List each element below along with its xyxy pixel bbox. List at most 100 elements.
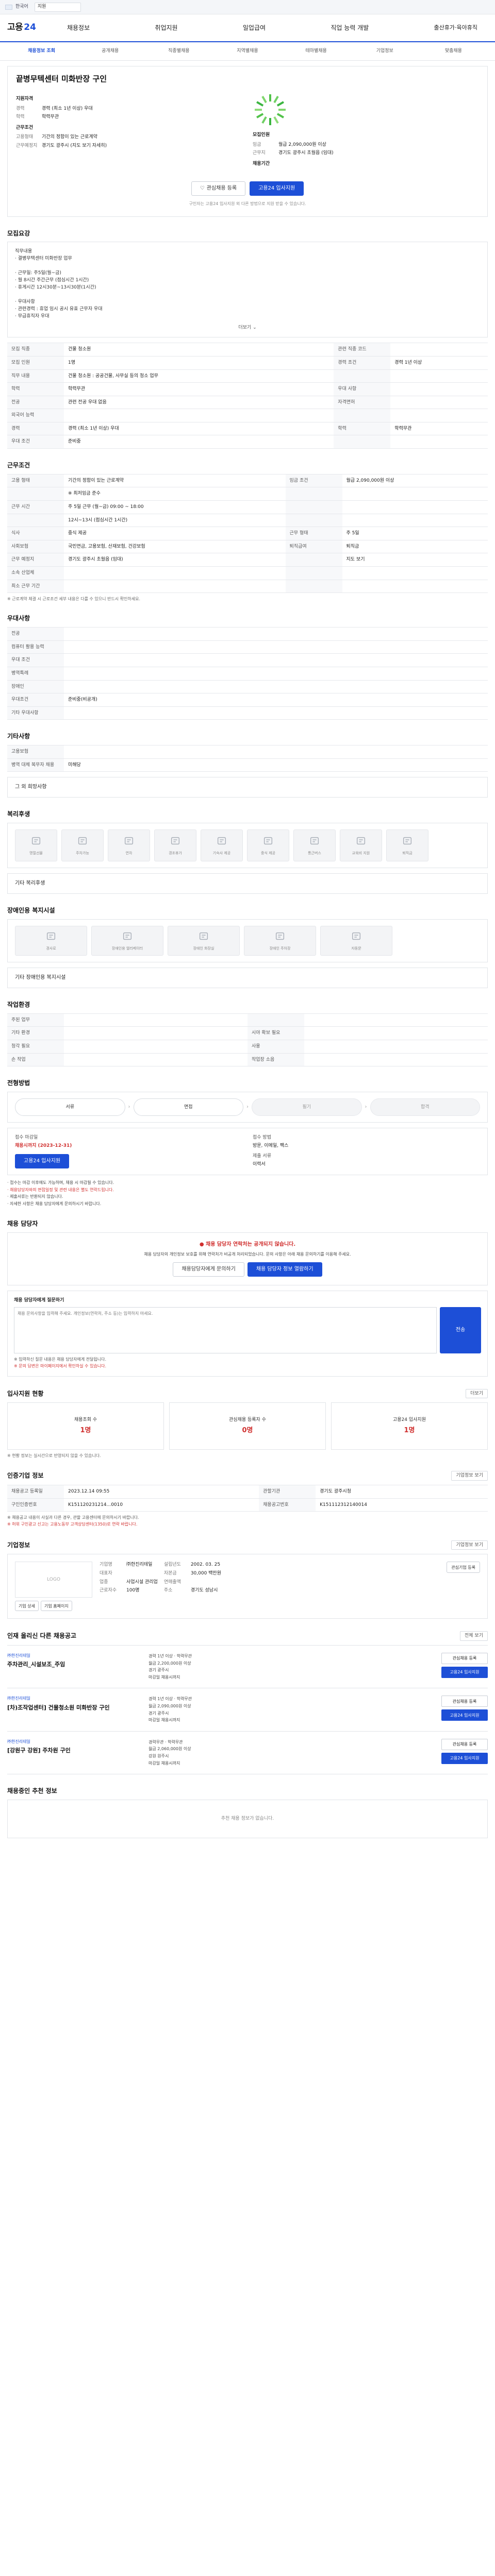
apply-button[interactable]: 고용24 입사지원	[15, 1154, 70, 1169]
company-row: 설립년도 2002. 03. 25	[164, 1562, 221, 1568]
gnb-item-training[interactable]: 직업 능력 개발	[320, 24, 379, 32]
job-meta-line: 마감일 채용시까지	[148, 1674, 180, 1680]
table-key: 시야 확보 필요	[248, 1026, 304, 1040]
support-button[interactable]: 지원	[34, 2, 81, 12]
recruit-body: 직무내용 · 결병무택센터 미화반장 업무 · 근무일: 주5일(월~금) · …	[15, 249, 103, 319]
more-link[interactable]: 더보기 ⌄	[15, 325, 480, 331]
job-list-item[interactable]: ㈜한진리테일 [차)조작업센터] 건물청소원 미화반장 구인 경력 1년 이상 …	[7, 1688, 488, 1731]
medal-icon	[355, 835, 367, 849]
tile-label: 장애인용 엘리베이터	[111, 946, 143, 951]
table-key: 작업장 소음	[248, 1053, 304, 1067]
table-value	[390, 395, 488, 409]
table-value: 주 5일 근무 (월~금) 09:00 ~ 18:00	[64, 500, 286, 514]
company-detail-button[interactable]: 기업 상세	[15, 1601, 39, 1612]
ask-manager-button[interactable]: 채용담당자에게 문의하기	[173, 1262, 244, 1277]
company-like-button[interactable]: 관심기업 등록	[447, 1562, 480, 1573]
company-key: 주소	[163, 1588, 173, 1594]
inquiry-send-button[interactable]: 전송	[440, 1307, 481, 1354]
job-apply-button[interactable]: 고용24 입사지원	[441, 1709, 488, 1721]
tile-label: 경사로	[46, 946, 56, 951]
subnav-item[interactable]: 채용정보 조회	[7, 48, 76, 55]
job-like-button[interactable]: 관심채용 등록	[441, 1652, 488, 1664]
summary-key: 근무지	[253, 150, 266, 156]
table-key: 고용보험	[7, 745, 64, 759]
job-like-button[interactable]: 관심채용 등록	[441, 1696, 488, 1707]
language-label[interactable]: 한국어	[15, 4, 28, 10]
apply-button[interactable]: 고용24 입사지원	[250, 181, 304, 196]
gnb-item-support[interactable]: 취업지원	[144, 24, 188, 32]
table-value	[64, 1053, 248, 1067]
view-manager-button[interactable]: 채용 담당자 정보 열람하기	[247, 1262, 322, 1277]
benefit-tile: 자동문	[320, 925, 392, 956]
site-logo[interactable]: 고용 24	[7, 22, 36, 34]
table-value	[390, 382, 488, 396]
subnav-item[interactable]: 기업정보	[351, 48, 419, 55]
table-value	[64, 680, 488, 693]
job-company[interactable]: ㈜한진리테일	[7, 1739, 141, 1744]
subnav-item[interactable]: 직종별채용	[144, 48, 213, 55]
gnb-item-leave[interactable]: 출산휴가·육아휴직	[424, 24, 488, 32]
table-value: 경기도 광주시청	[316, 1485, 488, 1499]
block-title: 근무조건	[16, 125, 34, 130]
subnav-item[interactable]: 공개채용	[76, 48, 144, 55]
table-row: 우대 조건	[7, 653, 488, 667]
job-meta-line: 경력 1년 이상 · 학력무관	[148, 1653, 192, 1658]
table-value: 국민연금, 고용보험, 산재보험, 건강보험	[64, 539, 286, 553]
conditions-note: ※ 근로계약 체결 시 근로조건 세부 내용은 다를 수 있으니 반드시 확인하…	[7, 597, 141, 602]
table-row: 채용공고 등록일 2023.12.14 09:55 관할기관 경기도 광주시청	[7, 1485, 488, 1499]
workenv-table: 주된 업무 기타 환경 시야 확보 필요 청각 필요 사용 손 작업 작업장 소음	[7, 1013, 488, 1067]
table-value: 미해당	[64, 758, 488, 772]
company-key: 설립년도	[163, 1562, 181, 1568]
workenv-section: 작업환경 주된 업무 기타 환경 시야 확보 필요 청각 필요 사용 손 작업 작업장 소음	[7, 988, 488, 1067]
inquiry-input[interactable]	[14, 1307, 437, 1354]
selection-section: 전형방법 서류 › 면접 › 필기 › 합격 접수 마감일 채용시까지 (2023-12-3…	[7, 1066, 488, 1207]
company-logo: LOGO	[15, 1562, 92, 1598]
company-section: 기업정보 기업정보 보기 LOGO 기업 상세 기업 홈페이지 기업명 ㈜한진리테일…	[7, 1528, 488, 1619]
table-row: 사회보험 국민연금, 고용보험, 산재보험, 건강보험 퇴직급여 퇴직금	[7, 539, 488, 553]
car-icon	[77, 835, 88, 849]
subnav-item[interactable]: 맞춤채용	[419, 48, 488, 55]
apply-notice: 구인자는 고용24 입사지원 외 다른 방법으로 지원 받을 수 있습니다.	[189, 201, 306, 207]
table-key: 우대 조건	[7, 435, 64, 449]
gnb-item-jobs[interactable]: 채용정보	[57, 24, 100, 32]
company-value: 사업시설 관리업	[126, 1579, 158, 1585]
job-title-link[interactable]: 주차관리_시설보조_주임	[7, 1660, 141, 1668]
summary-row: 경력 경력 (최소 1년 이상) 우대	[16, 106, 242, 112]
job-company[interactable]: ㈜한진리테일	[7, 1653, 141, 1658]
job-like-button[interactable]: 관심채용 등록	[441, 1738, 488, 1750]
table-value: 학력무관	[390, 421, 488, 435]
job-list-item[interactable]: ㈜한진리테일 [강원구 강원] 주차원 구인 경력무관 · 학력무관 월급 2,…	[7, 1731, 488, 1775]
company-row: 자본금 30,000 백만원	[164, 1570, 221, 1577]
welfare-box: 명절선물 주차가능 연차 경조휴가 기숙사 제공 중식 제공 통근버스 교육비 지원 퇴직금	[7, 823, 488, 869]
like-job-button[interactable]: ♡ 관심채용 등록	[191, 181, 246, 196]
table-value: K151112312140014	[316, 1498, 488, 1512]
table-value	[64, 1039, 248, 1054]
job-company[interactable]: ㈜한진리테일	[7, 1696, 141, 1701]
table-value: 중식 제공	[64, 527, 286, 540]
gnb-item-benefit[interactable]: 일업급여	[233, 24, 276, 32]
table-key: 사회보험	[7, 539, 64, 553]
table-row: 모집 직종 건물 청소원 관련 직종 코드	[7, 343, 488, 357]
status-more-button[interactable]: 더보기	[466, 1388, 488, 1399]
table-value	[64, 579, 286, 594]
job-list-item[interactable]: ㈜한진리테일 주차관리_시설보조_주임 경력 1년 이상 · 학력무관 월급 2…	[7, 1645, 488, 1688]
job-title-link[interactable]: [차)조작업센터] 건물청소원 미화반장 구인	[7, 1704, 141, 1711]
job-apply-button[interactable]: 고용24 입사지원	[441, 1666, 488, 1678]
table-value: 학력무관	[64, 382, 334, 396]
company-aside-button[interactable]: 기업정보 보기	[451, 1540, 488, 1550]
subnav-item[interactable]: 테마별채용	[282, 48, 351, 55]
table-key: 기타 우대사항	[7, 706, 64, 720]
job-title-link[interactable]: [강원구 강원] 주차원 구인	[7, 1747, 141, 1754]
section-title-text: 근무조건	[7, 462, 30, 469]
registration-aside-button[interactable]: 기업정보 보기	[451, 1471, 488, 1481]
other-jobs-all-button[interactable]: 전체 보기	[460, 1631, 488, 1641]
ramp-icon	[45, 930, 57, 944]
job-meta-line: 마감일 채용시까지	[148, 1760, 180, 1766]
subnav-item[interactable]: 지역별채용	[213, 48, 282, 55]
company-logo-icon	[253, 92, 296, 128]
job-apply-button[interactable]: 고용24 입사지원	[441, 1752, 488, 1764]
company-home-button[interactable]: 기업 홈페이지	[40, 1601, 72, 1612]
section-title-text: 우대사항	[7, 615, 30, 622]
manager-box: ● 채용 담당자 연락처는 공개되지 않습니다. 채용 담당자의 개인정보 보호…	[7, 1232, 488, 1286]
table-row: 손 작업 작업장 소음	[7, 1053, 488, 1067]
